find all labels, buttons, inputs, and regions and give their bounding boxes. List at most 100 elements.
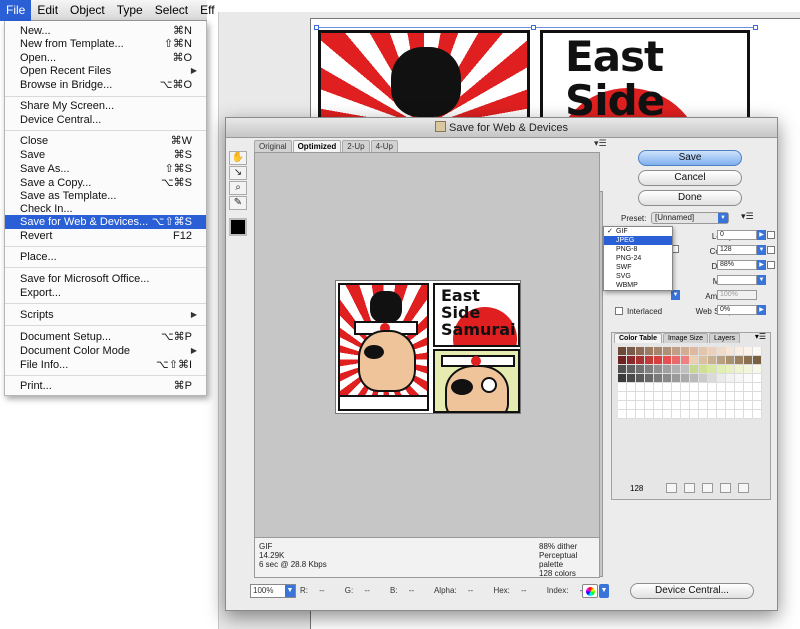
color-swatch[interactable] <box>618 410 627 419</box>
color-swatch[interactable] <box>735 374 744 383</box>
zoom-level-select[interactable]: 100% ▼ <box>250 584 296 598</box>
menu-select[interactable]: Select <box>149 0 194 21</box>
color-swatch[interactable] <box>645 374 654 383</box>
new-color-icon[interactable] <box>720 483 731 493</box>
color-swatch[interactable] <box>654 365 663 374</box>
color-swatch[interactable] <box>663 383 672 392</box>
menu-item-scripts[interactable]: Scripts ▶ <box>5 308 206 322</box>
tab-2-up[interactable]: 2-Up <box>342 140 370 152</box>
format-option-png24[interactable]: PNG-24 <box>604 254 672 263</box>
color-swatch[interactable] <box>744 392 753 401</box>
color-swatch[interactable] <box>690 410 699 419</box>
color-swatch[interactable] <box>717 410 726 419</box>
tab-layers[interactable]: Layers <box>709 333 741 343</box>
color-swatch[interactable] <box>699 347 708 356</box>
color-swatch[interactable] <box>663 401 672 410</box>
color-swatch[interactable] <box>627 347 636 356</box>
color-swatch[interactable] <box>672 374 681 383</box>
color-swatch[interactable] <box>753 392 762 401</box>
color-swatch[interactable] <box>627 374 636 383</box>
color-swatch[interactable] <box>753 410 762 419</box>
menu-item-close[interactable]: Close ⌘W <box>5 134 206 148</box>
format-option-png8[interactable]: PNG-8 <box>604 245 672 254</box>
color-swatch[interactable] <box>753 347 762 356</box>
color-swatch[interactable] <box>726 410 735 419</box>
color-swatch[interactable] <box>627 356 636 365</box>
web-shift-icon[interactable] <box>684 483 695 493</box>
color-swatch[interactable] <box>699 392 708 401</box>
color-swatch[interactable] <box>681 392 690 401</box>
web-snap-field[interactable]: 0% ▶ <box>717 305 766 315</box>
color-swatch[interactable] <box>636 356 645 365</box>
color-swatch[interactable] <box>672 383 681 392</box>
done-button[interactable]: Done <box>638 190 742 206</box>
tab-4-up[interactable]: 4-Up <box>370 140 398 152</box>
artwork-samurai-left[interactable] <box>318 30 530 130</box>
optimized-preview-pane[interactable]: East Side Samurai <box>254 152 600 538</box>
map-color-to-transparent-icon[interactable] <box>666 483 677 493</box>
interlaced-checkbox[interactable] <box>615 307 623 315</box>
color-swatch[interactable] <box>708 401 717 410</box>
device-central-button[interactable]: Device Central... <box>630 583 754 599</box>
eyedropper-color-swatch[interactable] <box>229 218 247 236</box>
color-swatch[interactable] <box>744 410 753 419</box>
menu-item-save-template[interactable]: Save as Template... <box>5 189 206 203</box>
color-table-menu-icon[interactable]: ▾☰ <box>755 332 766 341</box>
menu-type[interactable]: Type <box>111 0 149 21</box>
color-swatch[interactable] <box>636 347 645 356</box>
menu-edit[interactable]: Edit <box>31 0 64 21</box>
color-swatch[interactable] <box>663 365 672 374</box>
artwork-title-panel[interactable]: East Side <box>540 30 750 130</box>
cancel-button[interactable]: Cancel <box>638 170 742 186</box>
color-swatch[interactable] <box>672 410 681 419</box>
color-swatch[interactable] <box>654 347 663 356</box>
tab-color-table[interactable]: Color Table <box>614 333 662 343</box>
color-swatch[interactable] <box>618 383 627 392</box>
color-swatch[interactable] <box>654 410 663 419</box>
color-swatch[interactable] <box>663 392 672 401</box>
color-swatch[interactable] <box>681 374 690 383</box>
transparency-dither-dropdown[interactable]: ▼ <box>671 290 680 300</box>
color-swatch[interactable] <box>618 347 627 356</box>
preview-in-browser-button[interactable] <box>582 584 598 598</box>
color-swatch[interactable] <box>618 356 627 365</box>
color-swatch[interactable] <box>708 410 717 419</box>
color-swatch[interactable] <box>699 383 708 392</box>
amount-field[interactable]: 100% <box>717 290 757 300</box>
dither-field[interactable]: 88% ▶ <box>717 260 766 270</box>
color-swatch[interactable] <box>681 365 690 374</box>
tab-image-size[interactable]: Image Size <box>662 333 709 343</box>
color-table-grid[interactable] <box>618 347 762 459</box>
color-swatch[interactable] <box>726 392 735 401</box>
color-swatch[interactable] <box>708 356 717 365</box>
color-swatch[interactable] <box>663 374 672 383</box>
color-swatch[interactable] <box>744 356 753 365</box>
color-swatch[interactable] <box>645 347 654 356</box>
dither-mask-icon[interactable] <box>767 261 775 269</box>
color-swatch[interactable] <box>636 410 645 419</box>
color-swatch[interactable] <box>654 392 663 401</box>
color-swatch[interactable] <box>717 401 726 410</box>
color-swatch[interactable] <box>618 401 627 410</box>
color-swatch[interactable] <box>735 410 744 419</box>
settings-menu-icon[interactable]: ▾☰ <box>741 211 754 222</box>
color-swatch[interactable] <box>726 347 735 356</box>
color-swatch[interactable] <box>681 410 690 419</box>
file-format-dropdown[interactable]: ✓ GIF JPEG PNG-8 PNG-24 SWF SVG WBMP <box>603 226 673 291</box>
lossy-field[interactable]: 0 ▶ <box>717 230 766 240</box>
color-swatch[interactable] <box>744 383 753 392</box>
selection-handle[interactable] <box>531 25 536 30</box>
tab-original[interactable]: Original <box>254 140 292 152</box>
color-swatch[interactable] <box>645 383 654 392</box>
trash-icon[interactable] <box>738 483 749 493</box>
menu-item-open-recent[interactable]: Open Recent Files ▶ <box>5 64 206 78</box>
color-swatch[interactable] <box>753 383 762 392</box>
color-swatch[interactable] <box>726 374 735 383</box>
color-swatch[interactable] <box>699 410 708 419</box>
color-swatch[interactable] <box>618 392 627 401</box>
color-swatch[interactable] <box>636 383 645 392</box>
color-swatch[interactable] <box>627 410 636 419</box>
color-swatch[interactable] <box>627 383 636 392</box>
format-option-gif[interactable]: ✓ GIF <box>604 227 672 236</box>
colors-mask-icon[interactable] <box>767 246 775 254</box>
